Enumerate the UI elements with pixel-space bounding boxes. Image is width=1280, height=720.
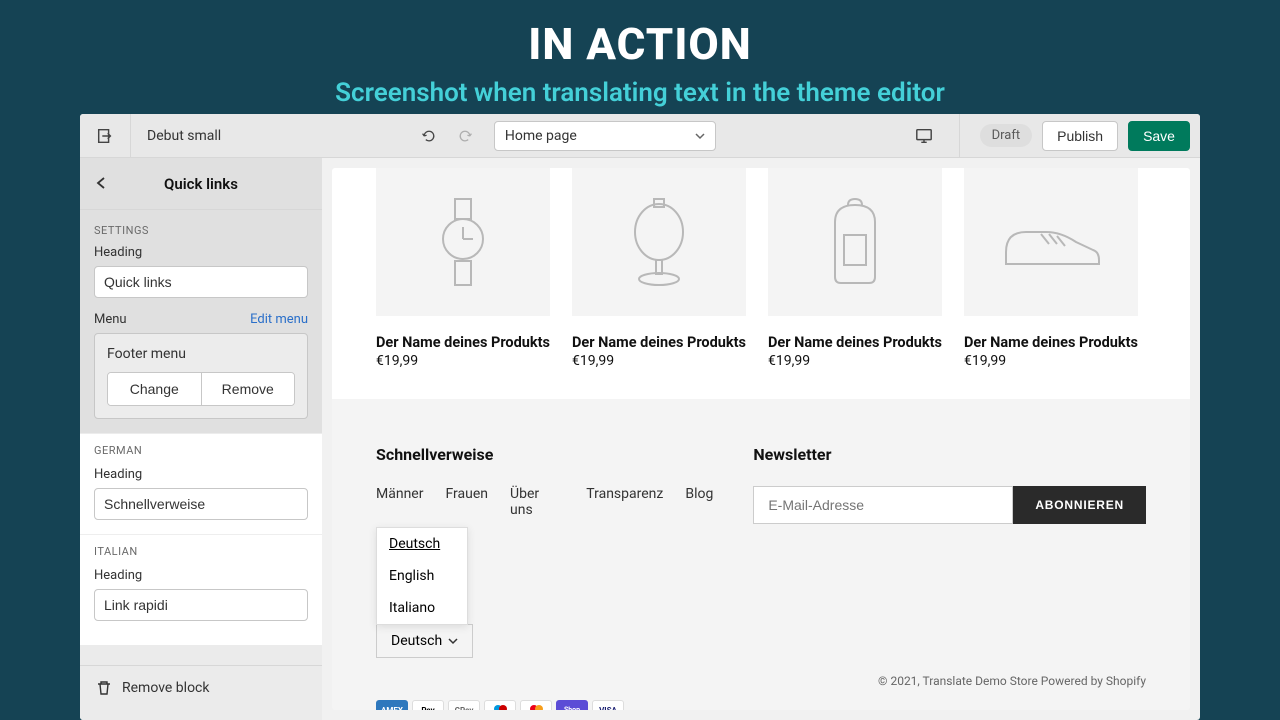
theme-name: Debut small (147, 128, 221, 144)
draft-chip: Draft (980, 124, 1033, 147)
undo-icon[interactable] (414, 121, 444, 151)
product-price: €19,99 (964, 353, 1138, 369)
product-name: Der Name deines Produkts (768, 334, 942, 351)
german-heading-label: Heading (94, 467, 142, 482)
lamp-icon (572, 168, 746, 316)
menu-name: Footer menu (107, 346, 295, 362)
preview-frame: Der Name deines Produkts €19,99 Der Name… (332, 168, 1190, 710)
remove-block-button[interactable]: Remove block (80, 665, 322, 710)
email-input[interactable] (753, 486, 1013, 524)
subscribe-button[interactable]: ABONNIEREN (1013, 486, 1146, 524)
hero-subtitle: Screenshot when translating text in the … (0, 78, 1280, 108)
product-card[interactable]: Der Name deines Produkts €19,99 (572, 168, 746, 369)
remove-button[interactable]: Remove (202, 373, 295, 405)
watch-icon (376, 168, 550, 316)
back-icon[interactable] (96, 174, 108, 193)
divider (130, 114, 131, 158)
quicklinks-heading: Schnellverweise (376, 445, 713, 464)
italian-heading-input[interactable] (94, 589, 308, 621)
menu-label: Menu (94, 312, 127, 327)
product-card[interactable]: Der Name deines Produkts €19,99 (964, 168, 1138, 369)
heading-label: Heading (94, 245, 142, 260)
trash-icon (96, 680, 112, 696)
product-price: €19,99 (768, 353, 942, 369)
divider (959, 114, 960, 158)
shop-pay-icon: Shop (556, 700, 588, 710)
newsletter-heading: Newsletter (753, 445, 1146, 464)
italian-label: ITALIAN (94, 545, 308, 558)
theme-editor: Debut small Home page Draft Publish Save… (80, 114, 1200, 720)
edit-menu-link[interactable]: Edit menu (250, 312, 308, 327)
amex-icon: AMEX (376, 700, 408, 710)
shoe-icon (964, 168, 1138, 316)
language-option[interactable]: English (377, 560, 467, 592)
product-name: Der Name deines Produkts (572, 334, 746, 351)
google-pay-icon: GPay (448, 700, 480, 710)
german-label: GERMAN (94, 444, 308, 457)
footer-link[interactable]: Über uns (510, 486, 564, 518)
product-card[interactable]: Der Name deines Produkts €19,99 (768, 168, 942, 369)
sidebar-title: Quick links (164, 175, 238, 193)
visa-icon: VISA (592, 700, 624, 710)
topbar: Debut small Home page Draft Publish Save (80, 114, 1200, 158)
publish-button[interactable]: Publish (1042, 121, 1118, 151)
italian-heading-label: Heading (94, 568, 142, 583)
german-heading-input[interactable] (94, 488, 308, 520)
desktop-icon[interactable] (909, 121, 939, 151)
language-popup: DeutschEnglishItaliano (376, 527, 468, 625)
footer-link[interactable]: Männer (376, 486, 423, 518)
product-card[interactable]: Der Name deines Produkts €19,99 (376, 168, 550, 369)
footer-link[interactable]: Blog (685, 486, 713, 518)
change-button[interactable]: Change (108, 373, 202, 405)
hero-title: IN ACTION (0, 18, 1280, 70)
product-price: €19,99 (572, 353, 746, 369)
mastercard-icon (520, 700, 552, 710)
language-selector[interactable]: Deutsch (376, 624, 473, 658)
store-footer: Schnellverweise Männer Frauen Über uns Tran… (332, 399, 1190, 710)
save-button[interactable]: Save (1128, 121, 1190, 151)
product-name: Der Name deines Produkts (964, 334, 1138, 351)
heading-input[interactable] (94, 266, 308, 298)
copyright: © 2021, Translate Demo Store Powered by … (878, 674, 1146, 688)
redo-icon[interactable] (450, 121, 480, 151)
page-select[interactable]: Home page (494, 121, 716, 151)
page-select-label: Home page (505, 128, 577, 144)
footer-link[interactable]: Transparenz (586, 486, 663, 518)
chevron-down-icon (448, 636, 458, 646)
product-name: Der Name deines Produkts (376, 334, 550, 351)
sidebar: Quick links SETTINGS Heading Menu Edit m… (80, 158, 322, 720)
language-option[interactable]: Italiano (377, 592, 467, 624)
product-price: €19,99 (376, 353, 550, 369)
footer-link[interactable]: Frauen (445, 486, 488, 518)
apple-pay-icon: Pay (412, 700, 444, 710)
chevron-down-icon (695, 131, 705, 141)
language-option[interactable]: Deutsch (377, 528, 467, 560)
backpack-icon (768, 168, 942, 316)
settings-label: SETTINGS (80, 210, 322, 245)
exit-icon[interactable] (90, 121, 120, 151)
maestro-icon (484, 700, 516, 710)
